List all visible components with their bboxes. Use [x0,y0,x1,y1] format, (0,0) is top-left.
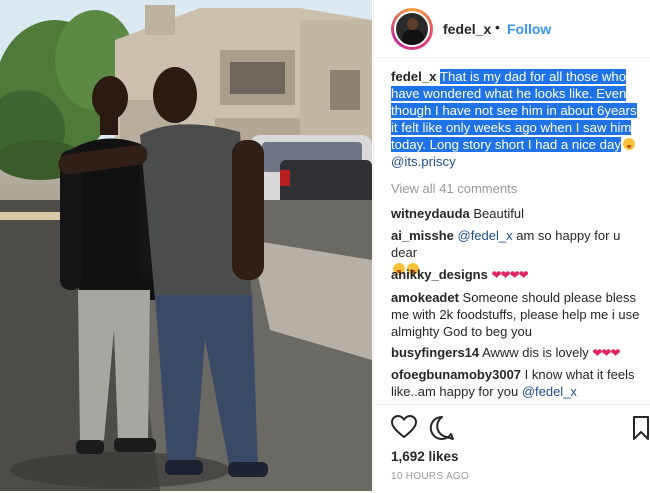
comment-username[interactable]: amokeadet [391,290,459,305]
heart-icon[interactable] [390,414,418,444]
bookmark-icon[interactable] [632,415,650,446]
comment-username[interactable]: ai_misshe [391,228,454,243]
caption-username[interactable]: fedel_x [391,69,436,84]
caption-block: fedel_x That is my dad for all those who… [391,68,646,170]
photo-scene [0,0,372,491]
hearts-emoji-icon: ❤❤❤❤ [491,268,528,282]
post-timestamp: 10 HOURS AGO [391,471,470,482]
post-actions: 1,692 likes 10 HOURS AGO [374,404,650,493]
caption: fedel_x That is my dad for all those who… [391,68,646,170]
comment-text: Awww dis is lovely [482,345,589,360]
comment-item: witneydauda Beautiful [391,205,646,222]
hearts-emoji-icon: ❤❤❤ [592,346,620,360]
comment-item: anikky_designs ❤❤❤❤ [391,266,646,284]
caption-mention[interactable]: @its.priscy [391,154,456,169]
comment-username[interactable]: witneydauda [391,206,470,221]
post-photo[interactable] [0,0,372,491]
comment-username[interactable]: busyfingers14 [391,345,479,360]
likes-count[interactable]: 1,692 likes [391,449,459,464]
header-separator: • [495,19,500,35]
comment-mention[interactable]: @fedel_x [458,228,513,243]
profile-avatar[interactable] [391,8,433,50]
comment-username[interactable]: anikky_designs [391,267,488,282]
comment-username[interactable]: ofoegbunamoby3007 [391,367,521,382]
avatar-image [394,11,430,47]
comment-icon[interactable] [429,415,455,446]
post-side-panel: fedel_x • Follow fedel_x That is my dad … [373,0,650,493]
comment-item: amokeadet Someone should please bless me… [391,289,646,340]
view-all-comments-link[interactable]: View all 41 comments [391,181,517,196]
comment-item: ofoegbunamoby3007 I know what it feels l… [391,366,646,400]
header-username[interactable]: fedel_x [443,21,491,37]
comment-text: Beautiful [473,206,524,221]
tongue-emoji-icon [622,138,635,150]
comment-item: busyfingers14 Awww dis is lovely ❤❤❤ [391,344,646,362]
follow-button[interactable]: Follow [507,21,551,37]
comment-mention[interactable]: @fedel_x [522,384,577,399]
post-header: fedel_x • Follow [374,0,650,58]
